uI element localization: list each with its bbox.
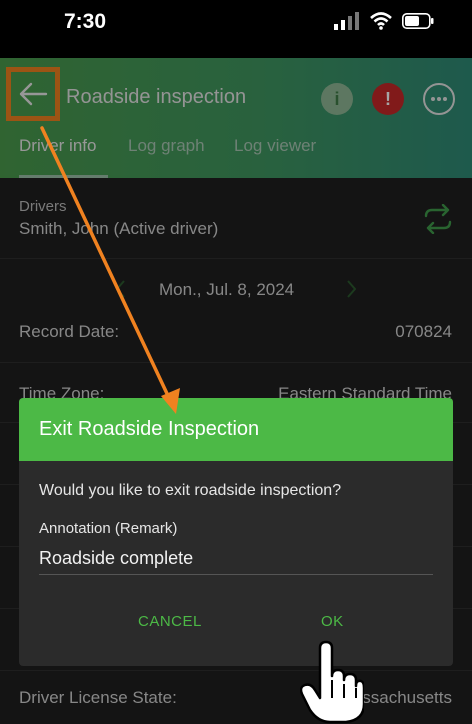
hand-pointer-icon bbox=[300, 640, 364, 724]
tutorial-arrow bbox=[40, 126, 180, 414]
